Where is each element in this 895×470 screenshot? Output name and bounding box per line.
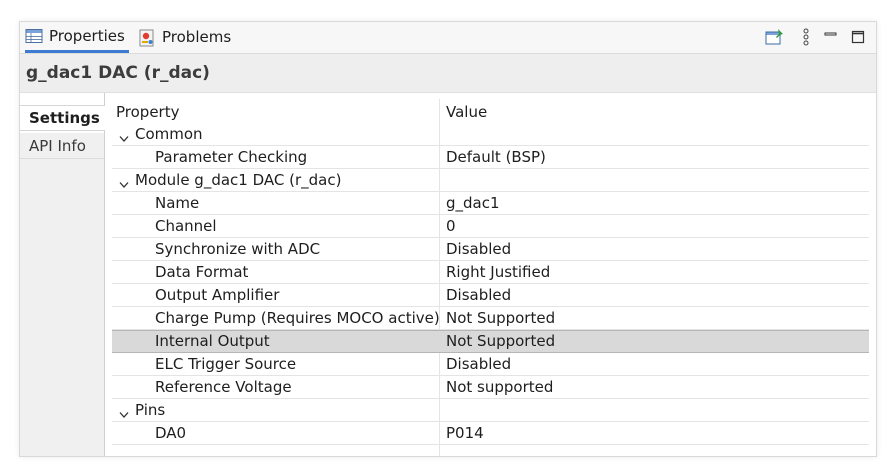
table-row[interactable]: DA0 P014 — [112, 422, 869, 445]
row-value[interactable]: Not supported — [446, 378, 553, 396]
row-value[interactable]: g_dac1 — [446, 194, 500, 212]
properties-view: Properties Problems g_dac1 DAC (r_dac) S… — [19, 21, 877, 457]
title-bar: g_dac1 DAC (r_dac) — [20, 54, 876, 93]
row-value[interactable]: Disabled — [446, 286, 511, 304]
side-tab-settings[interactable]: Settings — [20, 105, 105, 131]
page-title: g_dac1 DAC (r_dac) — [26, 63, 210, 83]
column-header-property[interactable]: Property — [116, 103, 179, 121]
table-row-group-common[interactable]: Common — [112, 123, 869, 146]
row-property: Module g_dac1 DAC (r_dac) — [135, 171, 342, 189]
row-property: Synchronize with ADC — [155, 240, 321, 258]
row-value[interactable]: Not Supported — [446, 332, 555, 350]
tab-properties[interactable]: Properties — [25, 22, 129, 53]
row-property: DA0 — [155, 424, 187, 442]
side-tab-api-info[interactable]: API Info — [20, 133, 104, 159]
row-property: Name — [155, 194, 200, 212]
row-value[interactable]: Not Supported — [446, 309, 555, 327]
chevron-down-icon[interactable] — [119, 175, 129, 188]
view-tab-bar: Properties Problems — [20, 22, 876, 54]
table-row[interactable]: Parameter Checking Default (BSP) — [112, 146, 869, 169]
row-property: ELC Trigger Source — [155, 355, 297, 373]
table-row[interactable]: Synchronize with ADC Disabled — [112, 238, 869, 261]
side-tabs: Settings API Info — [20, 93, 105, 456]
table-row[interactable]: ELC Trigger Source Disabled — [112, 353, 869, 376]
table-icon — [25, 28, 43, 44]
row-property: Common — [135, 125, 203, 143]
row-property: Output Amplifier — [155, 286, 280, 304]
maximize-icon[interactable] — [848, 27, 868, 47]
row-value[interactable]: Disabled — [446, 355, 511, 373]
row-property: Charge Pump (Requires MOCO active) — [155, 309, 440, 327]
table-row-group-module[interactable]: Module g_dac1 DAC (r_dac) — [112, 169, 869, 192]
row-value[interactable]: P014 — [446, 424, 484, 442]
row-property: Reference Voltage — [155, 378, 292, 396]
table-row[interactable]: Charge Pump (Requires MOCO active) Not S… — [112, 307, 869, 330]
row-property: Pins — [135, 401, 166, 419]
table-row[interactable]: Channel 0 — [112, 215, 869, 238]
column-header-value[interactable]: Value — [446, 103, 487, 121]
row-value[interactable]: Disabled — [446, 240, 511, 258]
side-tabs-background — [20, 159, 104, 456]
table-row-group-pins[interactable]: Pins — [112, 399, 869, 422]
row-property: Parameter Checking — [155, 148, 308, 166]
chevron-down-icon[interactable] — [119, 129, 129, 142]
minimize-icon[interactable] — [821, 27, 841, 47]
table-row-selected[interactable]: Internal Output Not Supported — [112, 330, 869, 353]
property-table: Property Value Common Parameter Checking… — [112, 99, 869, 456]
tab-problems-label: Problems — [162, 28, 232, 46]
chevron-down-icon[interactable] — [119, 405, 129, 418]
row-property: Data Format — [155, 263, 249, 281]
table-row[interactable]: Reference Voltage Not supported — [112, 376, 869, 399]
row-value[interactable]: Default (BSP) — [446, 148, 546, 166]
table-header: Property Value — [112, 99, 869, 122]
problems-icon — [138, 29, 156, 47]
table-row[interactable]: Output Amplifier Disabled — [112, 284, 869, 307]
row-property: Internal Output — [155, 332, 270, 350]
tab-problems[interactable]: Problems — [138, 22, 231, 52]
row-value[interactable]: Right Justified — [446, 263, 550, 281]
view-menu-icon[interactable] — [796, 27, 816, 47]
pin-icon[interactable] — [765, 27, 785, 47]
table-row[interactable]: Name g_dac1 — [112, 192, 869, 215]
tab-properties-label: Properties — [49, 27, 125, 45]
table-row[interactable]: Data Format Right Justified — [112, 261, 869, 284]
row-property: Channel — [155, 217, 217, 235]
row-value[interactable]: 0 — [446, 217, 456, 235]
